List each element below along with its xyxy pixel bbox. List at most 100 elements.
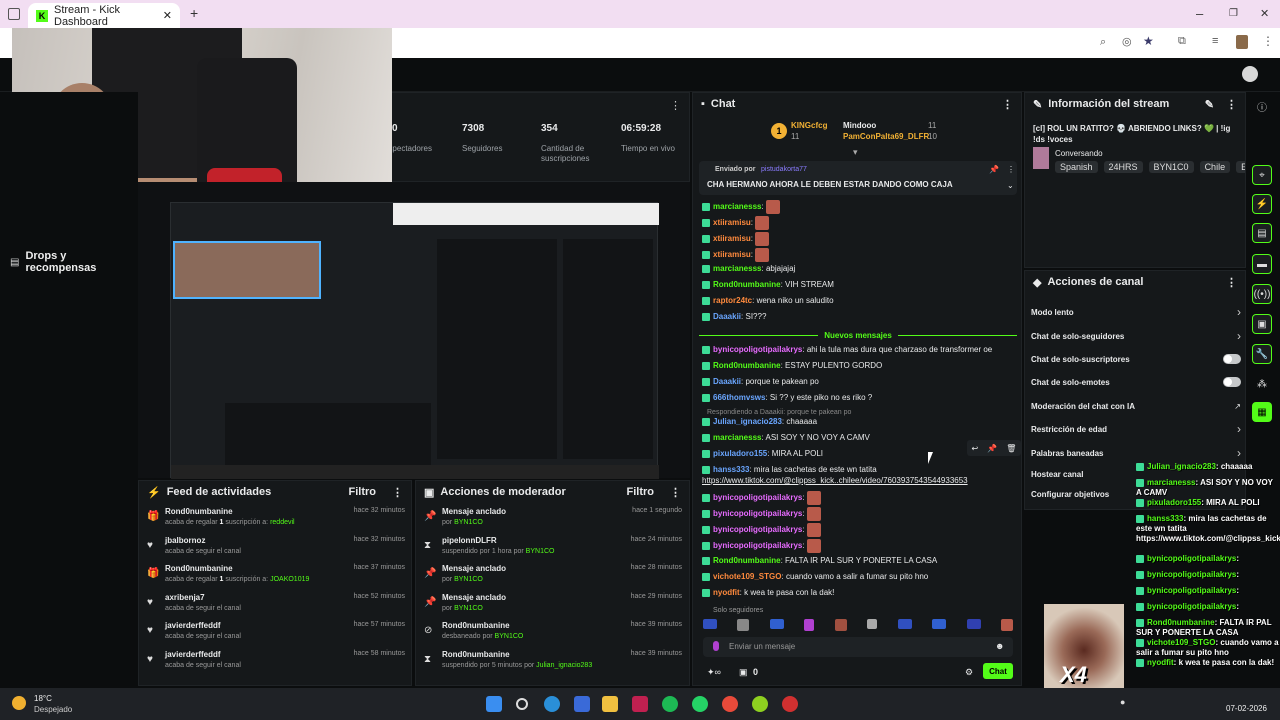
panel-menu-icon[interactable]: ⋮: [1226, 276, 1237, 289]
desc-target[interactable]: JOAKO1019: [270, 576, 309, 583]
chat-username[interactable]: xtiiramisu: [713, 218, 751, 227]
moderator-name[interactable]: BYN1CO: [495, 633, 524, 640]
chat-settings-icon[interactable]: ⚙: [965, 667, 973, 678]
edit-icon[interactable]: ✎: [1205, 98, 1214, 111]
info-button[interactable]: ⓘ: [1252, 96, 1272, 116]
chat-username[interactable]: bynicopoligotipailakrys: [713, 345, 802, 354]
chat-username[interactable]: Daaakii: [713, 312, 741, 321]
leaderboard-collapse-icon[interactable]: ▾: [853, 147, 858, 158]
toolbar-button[interactable]: ▦: [1252, 402, 1272, 422]
channel-action-item[interactable]: Chat de solo-suscriptores: [1031, 352, 1241, 366]
moderator-name[interactable]: BYN1CO: [454, 519, 483, 526]
emote-icon[interactable]: [1000, 619, 1013, 631]
app-icon[interactable]: [602, 696, 618, 712]
pin-icon[interactable]: 📌: [989, 165, 999, 174]
stream-tag[interactable]: Spanish: [1055, 161, 1098, 173]
chat-username[interactable]: 666thomvsws: [713, 393, 765, 402]
toggle-switch[interactable]: [1223, 354, 1241, 364]
emote-icon[interactable]: [897, 619, 912, 629]
leader-name[interactable]: KINGcfcg: [791, 121, 827, 130]
desc-target[interactable]: reddevil: [270, 519, 295, 526]
search-icon[interactable]: [516, 698, 528, 710]
emote-icon[interactable]: [703, 619, 717, 629]
chat-username[interactable]: Rond0numbanine: [713, 556, 781, 565]
bookmark-star-icon[interactable]: ★: [1143, 34, 1154, 48]
moderator-name[interactable]: Julian_ignacio283: [536, 662, 592, 669]
chat-input[interactable]: Enviar un mensaje ☻: [703, 637, 1013, 657]
tab-close-icon[interactable]: ✕: [163, 9, 172, 22]
chat-username[interactable]: vichote109_STGO: [713, 572, 781, 581]
chat-username[interactable]: marcianesss: [713, 202, 761, 211]
mic-icon[interactable]: [713, 641, 719, 651]
stream-tag[interactable]: BYN1C0: [1148, 161, 1194, 173]
zoom-icon[interactable]: ⌕: [1100, 36, 1106, 49]
leader-name[interactable]: Mindooo: [843, 121, 876, 130]
store-icon[interactable]: [574, 696, 590, 712]
channel-action-item[interactable]: Modo lento ›: [1031, 305, 1241, 319]
chrome-icon[interactable]: [722, 696, 738, 712]
chat-username[interactable]: Daaakii: [713, 377, 741, 386]
toolbar-button[interactable]: ((•)): [1252, 284, 1272, 304]
new-tab-button[interactable]: +: [190, 5, 198, 21]
activity-user[interactable]: jbalbornoz: [165, 536, 205, 545]
pinned-menu-icon[interactable]: ⋮: [1007, 165, 1015, 174]
moderator-name[interactable]: BYN1CO: [454, 576, 483, 583]
toolbar-button[interactable]: ⌖: [1252, 165, 1272, 185]
pinned-expand-icon[interactable]: ⌄: [1007, 181, 1014, 190]
emote-icon[interactable]: [966, 619, 981, 629]
emote-icon[interactable]: [834, 619, 847, 631]
emoji-icon[interactable]: ☻: [995, 641, 1004, 651]
panel-menu-icon[interactable]: ⋮: [1226, 98, 1237, 111]
wallet-icon[interactable]: ▣: [739, 667, 748, 678]
chat-username[interactable]: marcianesss: [713, 264, 761, 273]
app-icon[interactable]: [632, 696, 648, 712]
start-button[interactable]: [486, 696, 502, 712]
browser-tab-kick-dashboard[interactable]: K Stream - Kick Dashboard ✕: [28, 3, 180, 28]
moderator-name[interactable]: BYN1CO: [454, 605, 483, 612]
activity-user[interactable]: axribenja7: [165, 593, 205, 602]
emote-icon[interactable]: [932, 619, 947, 629]
chat-username[interactable]: Rond0numbanine: [713, 280, 781, 289]
emote-icon[interactable]: [769, 619, 784, 629]
app-icon[interactable]: [782, 696, 798, 712]
toggle-switch[interactable]: [1223, 377, 1241, 387]
chat-username[interactable]: bynicopoligotipailakrys: [713, 525, 802, 534]
toolbar-button[interactable]: ▤: [1252, 223, 1272, 243]
emote-icon[interactable]: [867, 619, 878, 629]
close-window-button[interactable]: ✕: [1260, 7, 1269, 20]
panel-menu-icon[interactable]: ⋮: [1002, 98, 1013, 111]
minimize-button[interactable]: –: [1196, 6, 1203, 21]
toolbar-button[interactable]: 🔧: [1252, 344, 1272, 364]
weather-icon[interactable]: [12, 696, 26, 710]
emote-icon[interactable]: [804, 619, 815, 631]
activity-user[interactable]: Rond0numbanine: [165, 564, 233, 573]
profile-avatar[interactable]: [1236, 35, 1248, 49]
user-avatar[interactable]: [1242, 66, 1258, 82]
pinned-by-user[interactable]: pistudakorta77: [761, 166, 807, 173]
channel-action-item[interactable]: Chat de solo-seguidores ›: [1031, 329, 1241, 343]
panel-menu-icon[interactable]: ⋮: [670, 486, 681, 499]
chat-username[interactable]: bynicopoligotipailakrys: [713, 509, 802, 518]
points-icon[interactable]: ✦∞: [707, 667, 721, 678]
eye-off-icon[interactable]: ◎: [1122, 35, 1132, 48]
chat-username[interactable]: xtiiramisu: [713, 250, 751, 259]
toolbar-button[interactable]: ▣: [1252, 314, 1272, 334]
stream-tag[interactable]: Españ: [1236, 161, 1245, 173]
chat-username[interactable]: Rond0numbanine: [713, 361, 781, 370]
xbox-icon[interactable]: [752, 696, 768, 712]
stats-menu-icon[interactable]: ⋮: [670, 99, 681, 112]
channel-action-item[interactable]: Restricción de edad ›: [1031, 422, 1241, 436]
channel-action-item[interactable]: Palabras baneadas ›: [1031, 446, 1241, 460]
menu-dots-icon[interactable]: ⋮: [1262, 34, 1274, 48]
toolbar-button[interactable]: ▬: [1252, 254, 1272, 274]
category-name[interactable]: Conversando: [1055, 149, 1103, 158]
sidebar-item-drops[interactable]: ▤ Drops y recompensas: [10, 250, 138, 274]
send-chat-button[interactable]: Chat: [983, 663, 1013, 679]
filter-button[interactable]: Filtro: [349, 486, 377, 498]
mic-tray-icon[interactable]: ●: [1120, 697, 1125, 707]
maximize-button[interactable]: ❐: [1229, 8, 1238, 19]
toolbar-button[interactable]: ⚡: [1252, 194, 1272, 214]
chat-username[interactable]: pixuladoro155: [713, 449, 767, 458]
chat-username[interactable]: nyodfit: [713, 588, 740, 597]
edge-icon[interactable]: [544, 696, 560, 712]
